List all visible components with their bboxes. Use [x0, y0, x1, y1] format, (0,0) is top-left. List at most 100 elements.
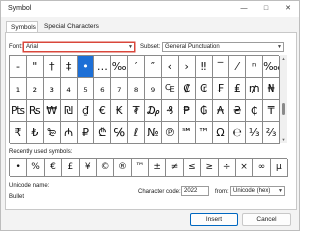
- symbol-cell[interactable]: ‾: [212, 56, 230, 78]
- symbol-cell[interactable]: ₂: [26, 78, 44, 100]
- symbol-cell[interactable]: •: [77, 56, 95, 78]
- symbol-cell[interactable]: ₆: [94, 78, 112, 100]
- symbol-cell[interactable]: ₱: [178, 100, 196, 122]
- symbol-cell[interactable]: ℗: [161, 122, 179, 144]
- symbol-cell[interactable]: ₼: [60, 122, 78, 144]
- symbol-cell[interactable]: ℓ: [128, 122, 145, 144]
- scroll-down-icon[interactable]: ▼: [280, 136, 287, 143]
- symbol-cell[interactable]: ₪: [60, 100, 78, 122]
- character-code-field[interactable]: 2022: [181, 186, 209, 196]
- symbol-cell[interactable]: ′: [128, 56, 145, 78]
- symbol-cell[interactable]: ₲: [195, 100, 213, 122]
- recent-symbol-cell[interactable]: €: [44, 159, 63, 177]
- symbol-cell[interactable]: ₠: [161, 78, 179, 100]
- recent-symbol-cell[interactable]: £: [62, 159, 80, 177]
- symbol-cell[interactable]: ₁: [10, 78, 27, 100]
- recent-symbol-cell[interactable]: ∞: [253, 159, 271, 177]
- symbol-cell[interactable]: ₧: [10, 100, 27, 122]
- insert-button[interactable]: Insert: [190, 213, 238, 226]
- symbol-cell[interactable]: ›: [178, 56, 196, 78]
- symbol-cell[interactable]: ℅: [111, 122, 129, 144]
- symbol-cell[interactable]: ₸: [263, 100, 280, 122]
- recent-symbol-cell[interactable]: ≠: [166, 159, 184, 177]
- subset-combo[interactable]: General Punctuation ▼: [162, 42, 284, 52]
- window-title: Symbol: [8, 5, 32, 12]
- symbol-cell[interactable]: ℮: [229, 122, 247, 144]
- symbol-cell[interactable]: ™: [195, 122, 213, 144]
- symbol-cell[interactable]: ₭: [111, 100, 129, 122]
- symbol-cell[interactable]: ₹: [10, 122, 27, 144]
- symbol-cell[interactable]: ‡: [60, 56, 78, 78]
- recent-symbols-grid: •% € £ ¥ © ® ™ ± ≠ ≤ ≥ ÷ × ∞ µ: [9, 158, 288, 177]
- symbol-cell[interactable]: ⅓: [246, 122, 264, 144]
- recent-symbol-cell[interactable]: ±: [149, 159, 167, 177]
- symbol-cell[interactable]: ₅: [77, 78, 95, 100]
- symbol-cell[interactable]: ₳: [212, 100, 230, 122]
- symbol-cell[interactable]: ₯: [145, 100, 162, 122]
- symbol-cell[interactable]: ⁄: [229, 56, 247, 78]
- maximize-icon[interactable]: □: [255, 1, 277, 17]
- recent-symbol-cell[interactable]: ÷: [218, 159, 236, 177]
- symbol-cell[interactable]: ⅔: [263, 122, 280, 144]
- symbol-cell[interactable]: ": [26, 56, 44, 78]
- scroll-up-icon[interactable]: ▲: [280, 55, 287, 62]
- recent-symbol-cell[interactable]: •: [10, 159, 28, 177]
- from-value: Unicode (hex): [233, 188, 271, 194]
- symbol-cell[interactable]: ‼: [195, 56, 213, 78]
- symbol-cell[interactable]: ₾: [94, 122, 112, 144]
- symbol-cell[interactable]: ‰: [111, 56, 129, 78]
- symbol-cell[interactable]: ₰: [161, 100, 179, 122]
- symbol-cell[interactable]: ₴: [229, 100, 247, 122]
- from-combo[interactable]: Unicode (hex) ▼: [230, 186, 285, 196]
- symbol-cell[interactable]: ₫: [77, 100, 95, 122]
- symbol-cell[interactable]: ₮: [128, 100, 145, 122]
- symbol-cell[interactable]: …: [94, 56, 112, 78]
- symbol-cell[interactable]: Ω: [212, 122, 230, 144]
- symbol-cell[interactable]: ₵: [246, 100, 264, 122]
- symbol-cell[interactable]: ‹: [161, 56, 179, 78]
- symbol-cell[interactable]: ₦: [263, 78, 280, 100]
- recent-symbol-cell[interactable]: ™: [131, 159, 149, 177]
- symbol-cell[interactable]: €: [94, 100, 112, 122]
- recent-symbol-cell[interactable]: ¥: [79, 159, 97, 177]
- from-label: from:: [215, 189, 229, 195]
- recent-symbol-cell[interactable]: ®: [114, 159, 132, 177]
- symbol-cell[interactable]: №: [145, 122, 162, 144]
- symbol-cell[interactable]: ⁿ: [246, 56, 264, 78]
- symbol-cell[interactable]: ₤: [229, 78, 247, 100]
- symbol-grid: -"†‡•…‰′″‹›‼‾⁄ⁿ‱ ₁₂₃₄₅₆₇₈₉₠₡₢₣₤₥₦ ₧₨₩₪₫€₭₮…: [9, 55, 280, 144]
- minimize-icon[interactable]: —: [233, 1, 255, 17]
- symbol-cell[interactable]: ₈: [128, 78, 145, 100]
- font-combo[interactable]: Arial ▼: [23, 42, 135, 52]
- recent-symbol-cell[interactable]: ≥: [201, 159, 219, 177]
- symbol-cell[interactable]: ₇: [111, 78, 129, 100]
- symbol-cell[interactable]: ₉: [145, 78, 162, 100]
- symbol-cell[interactable]: ₥: [246, 78, 264, 100]
- symbol-cell[interactable]: †: [43, 56, 61, 78]
- symbol-cell[interactable]: ₨: [26, 100, 44, 122]
- symbol-cell[interactable]: ₻: [43, 122, 61, 144]
- symbol-cell[interactable]: ₣: [212, 78, 230, 100]
- close-icon[interactable]: ✕: [277, 1, 299, 17]
- recent-symbol-cell[interactable]: ×: [235, 159, 254, 177]
- symbol-cell[interactable]: ₃: [43, 78, 61, 100]
- symbol-cell[interactable]: -: [10, 56, 27, 78]
- scroll-thumb[interactable]: [282, 103, 285, 115]
- recent-symbol-cell[interactable]: ≤: [183, 159, 202, 177]
- recent-symbol-cell[interactable]: ©: [96, 159, 115, 177]
- symbol-cell[interactable]: ₩: [43, 100, 61, 122]
- symbol-cell[interactable]: ₡: [178, 78, 196, 100]
- recent-symbol-cell[interactable]: %: [27, 159, 45, 177]
- subset-value: General Punctuation: [165, 44, 220, 50]
- symbol-cell[interactable]: ₄: [60, 78, 78, 100]
- symbol-scrollbar[interactable]: ▲ ▼: [280, 55, 287, 143]
- symbol-cell[interactable]: ₽: [77, 122, 95, 144]
- font-label: Font:: [9, 44, 23, 50]
- symbol-cell[interactable]: ℠: [178, 122, 196, 144]
- cancel-button[interactable]: Cancel: [242, 213, 291, 226]
- symbol-cell[interactable]: ″: [145, 56, 162, 78]
- recent-symbol-cell[interactable]: µ: [270, 159, 288, 177]
- symbol-cell[interactable]: ₢: [195, 78, 213, 100]
- symbol-cell[interactable]: ‱: [263, 56, 280, 78]
- symbol-cell[interactable]: ₺: [26, 122, 44, 144]
